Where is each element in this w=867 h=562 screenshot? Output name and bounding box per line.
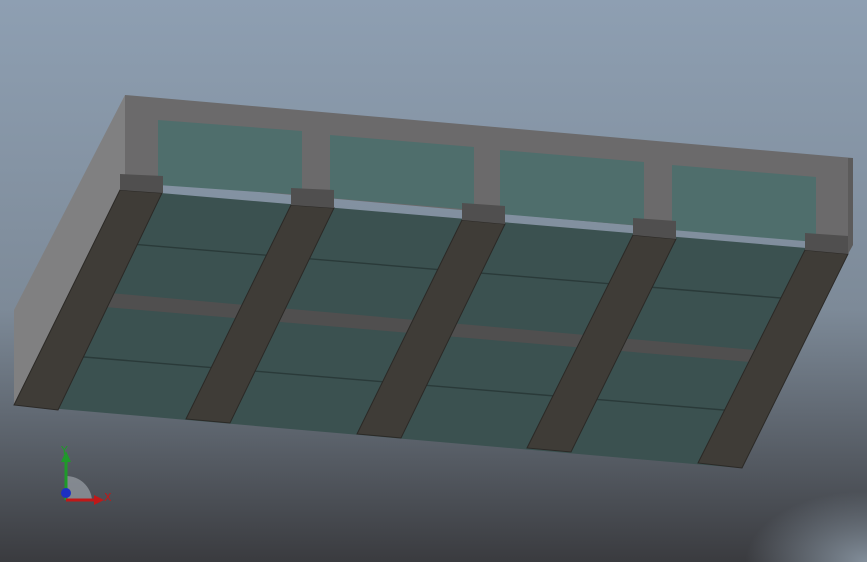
back-window[interactable]	[330, 135, 474, 210]
model-scene[interactable]	[0, 0, 867, 562]
3d-viewport[interactable]: Y X	[0, 0, 867, 562]
beam-cap	[120, 174, 163, 193]
x-axis-arrow	[94, 495, 104, 505]
back-window[interactable]	[672, 165, 816, 242]
back-window[interactable]	[158, 120, 302, 195]
back-window[interactable]	[500, 150, 644, 226]
x-axis-label: X	[104, 491, 112, 504]
slab-right-edge[interactable]	[848, 158, 853, 254]
axis-triad[interactable]: Y X	[44, 438, 124, 518]
y-axis-label: Y	[60, 444, 68, 457]
z-axis-dot	[61, 488, 71, 498]
triad-arc	[66, 475, 92, 500]
beam-cap	[291, 188, 334, 208]
